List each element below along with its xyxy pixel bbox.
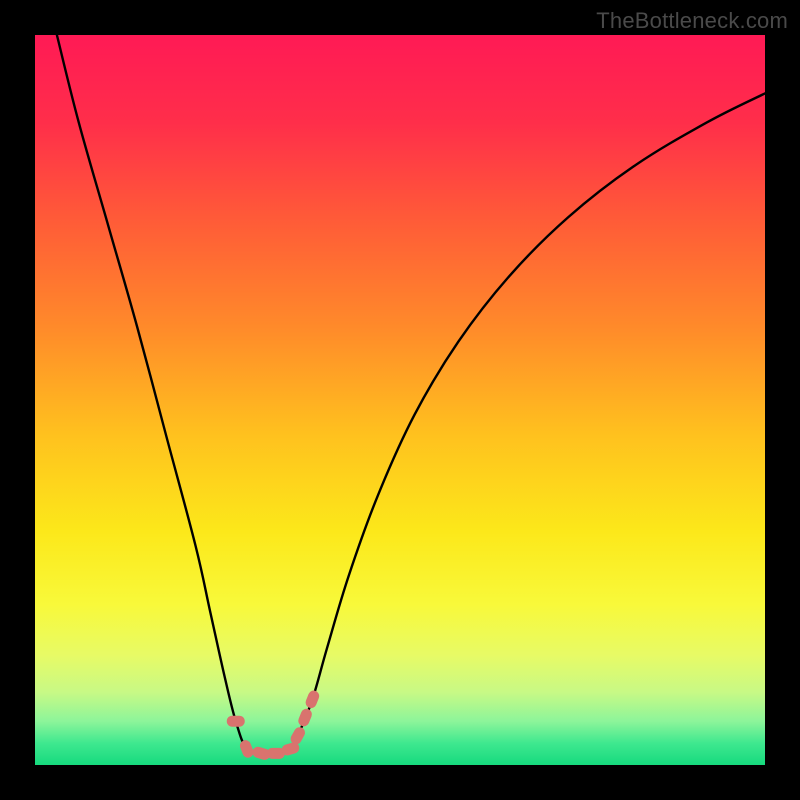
bottleneck-curve [57,35,765,754]
chart-frame: TheBottleneck.com [0,0,800,800]
curve-layer [35,35,765,765]
curve-markers [227,689,321,761]
watermark-text: TheBottleneck.com [596,8,788,34]
data-marker [297,707,314,728]
plot-area [35,35,765,765]
data-marker [238,739,255,760]
data-marker [304,689,321,710]
data-marker [227,716,245,727]
